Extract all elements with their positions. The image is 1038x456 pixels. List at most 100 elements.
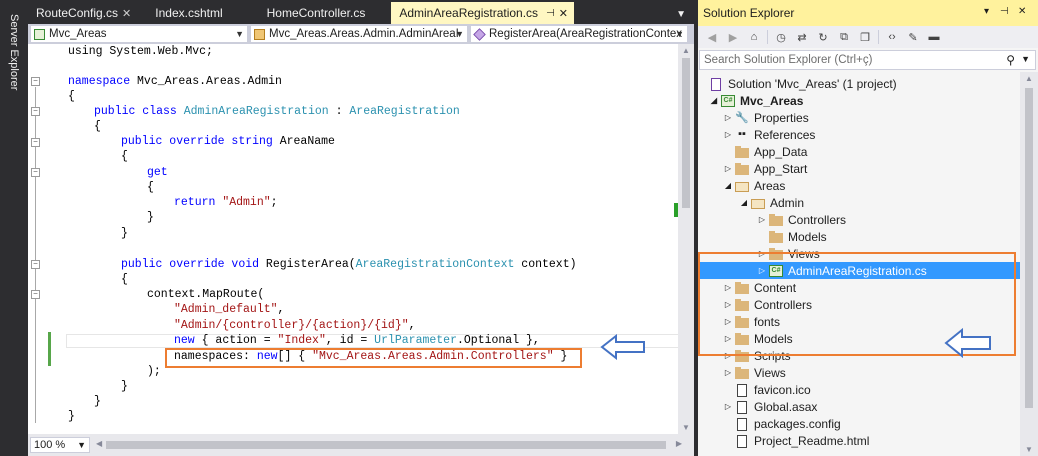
home-icon[interactable]: ⌂ [746, 29, 762, 45]
expand-arrow-icon[interactable]: ▷ [722, 300, 734, 309]
preview-icon[interactable]: ▬ [926, 29, 942, 45]
expand-arrow-icon[interactable]: ▷ [722, 164, 734, 173]
tree-item-properties[interactable]: ▷ 🔧 Properties [698, 109, 1020, 126]
expand-arrow-icon[interactable]: ▷ [722, 334, 734, 343]
zoom-dropdown[interactable]: 100 % ▼ [30, 437, 90, 453]
view-code-icon[interactable]: ‹› [884, 29, 900, 45]
member-value: RegisterArea(AreaRegistrationContex [489, 28, 683, 40]
search-icon[interactable]: ⚲ [1006, 53, 1015, 67]
chevron-down-icon: ▼ [675, 29, 684, 39]
navigation-bar: Mvc_Areas ▼ Mvc_Areas.Areas.Admin.AdminA… [28, 24, 694, 44]
tree-item-app-start[interactable]: ▷ App_Start [698, 160, 1020, 177]
callout-arrow-icon [600, 334, 645, 360]
solution-explorer-scrollbar[interactable]: ▲ ▼ [1020, 72, 1038, 456]
tree-item-admin-controllers[interactable]: ▷ Controllers [698, 211, 1020, 228]
expand-arrow-icon[interactable]: ▷ [722, 402, 734, 411]
refresh-icon[interactable]: ↻ [815, 29, 831, 45]
collapse-arrow-icon[interactable]: ◢ [722, 181, 734, 190]
pin-icon[interactable]: ⊣ [1000, 6, 1009, 17]
project-dropdown[interactable]: Mvc_Areas ▼ [30, 25, 248, 43]
sync-icon[interactable]: ⇄ [794, 29, 810, 45]
tree-item-references[interactable]: ▷ ▪▪ References [698, 126, 1020, 143]
tab-adminarearegistration[interactable]: AdminAreaRegistration.cs ⊣ ✕ [391, 2, 574, 24]
expand-arrow-icon[interactable]: ▷ [722, 113, 734, 122]
tree-item-adminarearegistration[interactable]: ▷ C# AdminAreaRegistration.cs [698, 262, 1020, 279]
collapse-icon[interactable]: − [31, 260, 40, 269]
tab-index-cshtml[interactable]: Index.cshtml [147, 2, 228, 24]
show-all-files-icon[interactable]: ❐ [857, 29, 873, 45]
code-text-area[interactable]: − − − − − − using System.Web.Mvc; namesp… [28, 44, 696, 434]
scroll-up-icon[interactable]: ▲ [682, 46, 690, 55]
tree-item-areas[interactable]: ◢ Areas [698, 177, 1020, 194]
expand-arrow-icon[interactable]: ▷ [756, 249, 768, 258]
folder-icon [734, 349, 750, 363]
tree-item-global-asax[interactable]: ▷ Global.asax [698, 398, 1020, 415]
tree-item-project-readme[interactable]: Project_Readme.html [698, 432, 1020, 449]
collapse-arrow-icon[interactable]: ◢ [738, 198, 750, 207]
namespaces-highlight-box [165, 348, 582, 368]
history-icon[interactable]: ◷ [773, 29, 789, 45]
tree-item-content[interactable]: ▷ Content [698, 279, 1020, 296]
properties-wrench-icon[interactable]: ✎ [905, 29, 921, 45]
collapse-icon[interactable]: − [31, 290, 40, 299]
scroll-down-icon[interactable]: ▼ [682, 423, 690, 432]
image-file-icon [734, 383, 750, 397]
scroll-up-icon[interactable]: ▲ [1025, 74, 1033, 83]
tab-overflow-icon[interactable]: ▼ [676, 9, 694, 24]
tree-item-label: Global.asax [754, 399, 818, 414]
tree-item-label: Properties [754, 110, 809, 125]
pin-icon[interactable]: ⊣ [546, 8, 555, 19]
tree-item-solution[interactable]: Solution 'Mvc_Areas' (1 project) [698, 75, 1020, 92]
tree-item-app-data[interactable]: App_Data [698, 143, 1020, 160]
collapse-icon[interactable]: − [31, 138, 40, 147]
tree-item-admin[interactable]: ◢ Admin [698, 194, 1020, 211]
collapse-arrow-icon[interactable]: ◢ [708, 96, 720, 105]
server-explorer-tab[interactable]: Server Explorer [2, 4, 26, 100]
type-dropdown[interactable]: Mvc_Areas.Areas.Admin.AdminAreaI ▼ [250, 25, 468, 43]
tree-item-admin-views[interactable]: ▷ Views [698, 245, 1020, 262]
expand-arrow-icon[interactable]: ▷ [722, 351, 734, 360]
folder-icon [734, 332, 750, 346]
close-icon[interactable]: ✕ [1018, 6, 1026, 17]
expand-arrow-icon[interactable]: ▷ [756, 215, 768, 224]
expand-arrow-icon[interactable]: ▷ [722, 368, 734, 377]
folder-icon [734, 145, 750, 159]
left-tool-strip: Server Explorer [0, 0, 28, 456]
editor-vertical-scrollbar[interactable]: ▲ ▼ [678, 44, 694, 434]
forward-icon[interactable]: ▶ [725, 29, 741, 45]
tree-item-favicon[interactable]: favicon.ico [698, 381, 1020, 398]
tree-item-label: Views [788, 246, 820, 261]
code-line: { [147, 181, 154, 194]
collapse-icon[interactable]: − [31, 107, 40, 116]
expand-arrow-icon[interactable]: ▷ [722, 130, 734, 139]
close-icon[interactable]: ✕ [559, 7, 568, 20]
scroll-down-icon[interactable]: ▼ [1025, 445, 1033, 454]
scroll-left-icon[interactable]: ◀ [96, 439, 102, 448]
scroll-thumb[interactable] [106, 441, 666, 449]
back-icon[interactable]: ◀ [704, 29, 720, 45]
close-icon[interactable]: ✕ [122, 7, 131, 20]
collapse-icon[interactable]: − [31, 168, 40, 177]
tree-item-views[interactable]: ▷ Views [698, 364, 1020, 381]
solution-explorer-search[interactable]: Search Solution Explorer (Ctrl+ç) ⚲ ▼ [699, 50, 1036, 70]
tree-item-controllers[interactable]: ▷ Controllers [698, 296, 1020, 313]
expand-arrow-icon[interactable]: ▷ [722, 283, 734, 292]
editor-horizontal-scrollbar[interactable]: ◀ ▶ [94, 437, 684, 453]
expand-arrow-icon[interactable]: ▷ [722, 317, 734, 326]
scroll-right-icon[interactable]: ▶ [676, 439, 682, 448]
tree-item-packages-config[interactable]: packages.config [698, 415, 1020, 432]
scroll-thumb[interactable] [1025, 88, 1033, 408]
tree-item-project[interactable]: ◢ C# Mvc_Areas [698, 92, 1020, 109]
member-dropdown[interactable]: RegisterArea(AreaRegistrationContex ▼ [470, 25, 688, 43]
tab-homecontroller[interactable]: HomeController.cs [259, 2, 372, 24]
tree-item-admin-models[interactable]: Models [698, 228, 1020, 245]
config-file-icon [734, 417, 750, 431]
chevron-down-icon[interactable]: ▾ [984, 6, 989, 17]
expand-arrow-icon[interactable]: ▷ [756, 266, 768, 275]
chevron-down-icon[interactable]: ▼ [1021, 54, 1030, 64]
scroll-thumb[interactable] [682, 58, 690, 208]
tree-item-label: fonts [754, 314, 781, 329]
collapse-icon[interactable]: − [31, 77, 40, 86]
tab-routeconfig[interactable]: RouteConfig.cs ✕ [28, 2, 137, 24]
collapse-all-icon[interactable]: ⧉ [836, 29, 852, 45]
